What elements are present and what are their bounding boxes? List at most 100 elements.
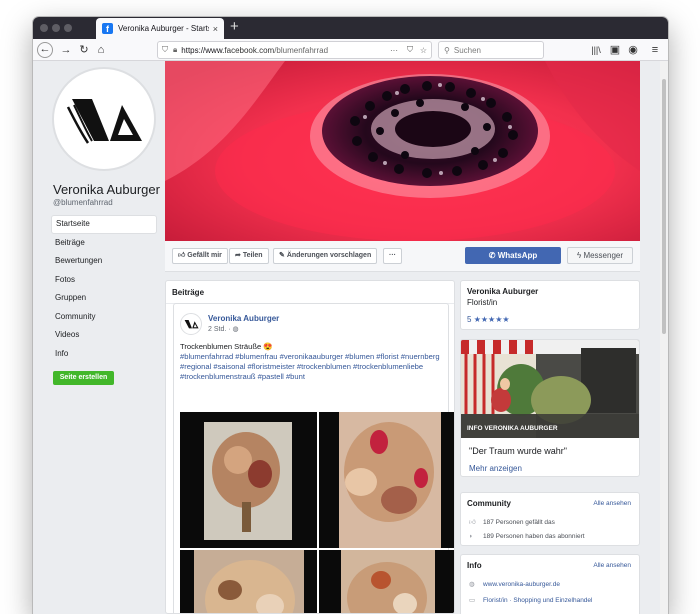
close-tab-icon[interactable]: × bbox=[213, 24, 218, 34]
share-button[interactable]: ➦ Teilen bbox=[229, 248, 269, 264]
post-hashtags[interactable]: #blumenfahrrad #blumenfrau #veronikaaubu… bbox=[180, 352, 442, 382]
whatsapp-label: WhatsApp bbox=[497, 251, 538, 260]
whatsapp-icon: ✆ bbox=[488, 251, 498, 260]
website-row: ◍ www.veronika-auburger.de bbox=[469, 580, 560, 588]
reload-icon[interactable]: ↻ bbox=[77, 42, 91, 58]
page-action-bar: 👍︎ Gefällt mir ➦ Teilen ✎ Änderungen vor… bbox=[165, 241, 640, 272]
community-card: Community Alle ansehen 👍︎ 187 Personen ge… bbox=[460, 492, 640, 546]
page-scrollbar[interactable] bbox=[660, 61, 668, 614]
nav-item-videos[interactable]: Videos bbox=[51, 326, 157, 345]
shield-icon: ⛉ bbox=[162, 45, 168, 54]
nav-item-info[interactable]: Info bbox=[51, 345, 157, 364]
community-follows-row: ◗ 189 Personen haben das abonniert bbox=[469, 533, 585, 540]
category-text[interactable]: Florist/in · Shopping und Einzelhandel bbox=[483, 597, 592, 604]
info-see-all[interactable]: Alle ansehen bbox=[593, 562, 631, 569]
globe-icon: ◍ bbox=[469, 581, 475, 588]
forward-icon[interactable]: → bbox=[59, 42, 73, 58]
scrollbar-thumb[interactable] bbox=[662, 79, 666, 334]
logo-icon bbox=[184, 320, 199, 329]
rating[interactable]: 5 ★★★★★ bbox=[467, 315, 510, 324]
nav-item-community[interactable]: Community bbox=[51, 308, 157, 327]
category-row: ▭ Florist/in · Shopping und Einzelhandel bbox=[469, 596, 592, 604]
post-photo-1[interactable] bbox=[180, 412, 317, 548]
url-protocol: https://www. bbox=[181, 45, 225, 55]
zoom-window-dot[interactable] bbox=[64, 24, 72, 32]
url-bar[interactable]: ⛉ 🔒︎ https://www. facebook.com/blumenfahr… bbox=[157, 41, 432, 59]
pocket-icon[interactable]: ⛉ bbox=[407, 45, 413, 55]
like-button[interactable]: 👍︎ Gefällt mir bbox=[172, 248, 228, 264]
about-card: Veronika Auburger Florist/in 5 ★★★★★ bbox=[460, 280, 640, 330]
post-avatar[interactable] bbox=[180, 313, 202, 335]
facebook-favicon-icon: f bbox=[102, 23, 113, 34]
nav-item-beitraege[interactable]: Beiträge bbox=[51, 234, 157, 253]
photo-caption: INFO VERONIKA AUBURGER bbox=[467, 425, 558, 432]
show-more-link[interactable]: Mehr anzeigen bbox=[469, 464, 522, 473]
tab-active[interactable]: f Veronika Auburger - Startseite × bbox=[96, 18, 224, 39]
post-timestamp[interactable]: 2 Std. · ◍ bbox=[208, 325, 239, 333]
close-window-dot[interactable] bbox=[40, 24, 48, 32]
facebook-page: Veronika Auburger @blumenfahrrad Startse… bbox=[33, 61, 668, 614]
profile-picture[interactable] bbox=[52, 67, 156, 171]
shop-photo bbox=[461, 340, 639, 438]
info-photo-card[interactable]: INFO VERONIKA AUBURGER "Der Traum wurde … bbox=[460, 339, 640, 477]
tab-title: Veronika Auburger - Startseite bbox=[118, 24, 209, 33]
post-photo-2[interactable] bbox=[319, 412, 454, 548]
library-icon[interactable]: |||\ bbox=[590, 42, 602, 58]
nav-item-startseite[interactable]: Startseite bbox=[51, 215, 157, 234]
post-photo-3[interactable] bbox=[180, 550, 317, 613]
tag-icon: ▭ bbox=[469, 597, 476, 604]
posts-header: Beiträge bbox=[166, 281, 454, 304]
dried-bouquet-photo bbox=[319, 412, 454, 548]
community-likes-row: 👍︎ 187 Personen gefällt das bbox=[469, 518, 555, 526]
about-category[interactable]: Florist/in bbox=[467, 298, 497, 307]
search-field[interactable]: ⚲ Suchen bbox=[438, 41, 544, 59]
thumbs-up-icon: 👍︎ bbox=[178, 252, 188, 259]
page-handle[interactable]: @blumenfahrrad bbox=[53, 198, 113, 207]
minimize-window-dot[interactable] bbox=[52, 24, 60, 32]
back-icon[interactable]: ← bbox=[37, 42, 53, 58]
page-nav: Startseite Beiträge Bewertungen Fotos Gr… bbox=[51, 215, 157, 363]
url-path: /blumenfahrrad bbox=[274, 45, 329, 55]
lock-icon: 🔒︎ bbox=[173, 45, 178, 54]
thumbs-up-icon: 👍︎ bbox=[469, 519, 476, 526]
community-see-all[interactable]: Alle ansehen bbox=[593, 500, 631, 507]
posts-section: Beiträge Veronika Auburger 2 Std. · ◍ Tr… bbox=[165, 280, 455, 614]
page-name[interactable]: Veronika Auburger bbox=[53, 182, 160, 197]
more-options-button[interactable]: ··· bbox=[383, 248, 402, 264]
like-label: Gefällt mir bbox=[187, 252, 222, 259]
post-author[interactable]: Veronika Auburger bbox=[208, 314, 279, 323]
bookmark-star-icon[interactable]: ☆ bbox=[420, 46, 427, 55]
info-title: Info bbox=[467, 561, 482, 570]
sidebar-toggle-icon[interactable]: ▣ bbox=[609, 42, 621, 58]
menu-icon[interactable]: ≡ bbox=[649, 42, 661, 58]
whatsapp-button[interactable]: ✆ WhatsApp bbox=[465, 247, 561, 264]
share-arrow-icon: ➦ bbox=[235, 252, 243, 259]
share-label: Teilen bbox=[242, 252, 263, 259]
suggest-edits-button[interactable]: ✎ Änderungen vorschlagen bbox=[273, 248, 378, 264]
post-text: Trockenblumen Sträuße 😍 #blumenfahrrad #… bbox=[180, 342, 442, 382]
page-actions-icon[interactable]: ··· bbox=[390, 46, 398, 55]
messenger-button[interactable]: ϟ Messenger bbox=[567, 247, 633, 264]
account-icon[interactable]: ◉ bbox=[627, 42, 639, 58]
post: Veronika Auburger 2 Std. · ◍ Trockenblum… bbox=[173, 303, 454, 613]
community-follows: 189 Personen haben das abonniert bbox=[483, 533, 585, 540]
create-page-button[interactable]: Seite erstellen bbox=[53, 371, 114, 385]
url-host: facebook.com bbox=[224, 45, 275, 55]
website-link[interactable]: www.veronika-auburger.de bbox=[483, 581, 560, 588]
dried-bouquet-photo bbox=[180, 550, 317, 613]
globe-icon: ◍ bbox=[232, 326, 239, 333]
cover-photo[interactable] bbox=[165, 61, 640, 241]
community-title: Community bbox=[467, 499, 511, 508]
nav-item-fotos[interactable]: Fotos bbox=[51, 271, 157, 290]
post-photo-4[interactable] bbox=[319, 550, 454, 613]
pencil-icon: ✎ bbox=[279, 252, 287, 259]
new-tab-icon[interactable]: + bbox=[230, 18, 239, 35]
home-icon[interactable]: ⌂ bbox=[94, 42, 108, 58]
suggest-label: Änderungen vorschlagen bbox=[286, 252, 372, 259]
tab-bar: f Veronika Auburger - Startseite × + bbox=[33, 17, 668, 39]
rating-stars: ★★★★★ bbox=[473, 315, 510, 324]
browser-window: f Veronika Auburger - Startseite × + ← →… bbox=[33, 17, 668, 614]
nav-item-bewertungen[interactable]: Bewertungen bbox=[51, 252, 157, 271]
nav-item-gruppen[interactable]: Gruppen bbox=[51, 289, 157, 308]
about-name[interactable]: Veronika Auburger bbox=[467, 287, 538, 296]
